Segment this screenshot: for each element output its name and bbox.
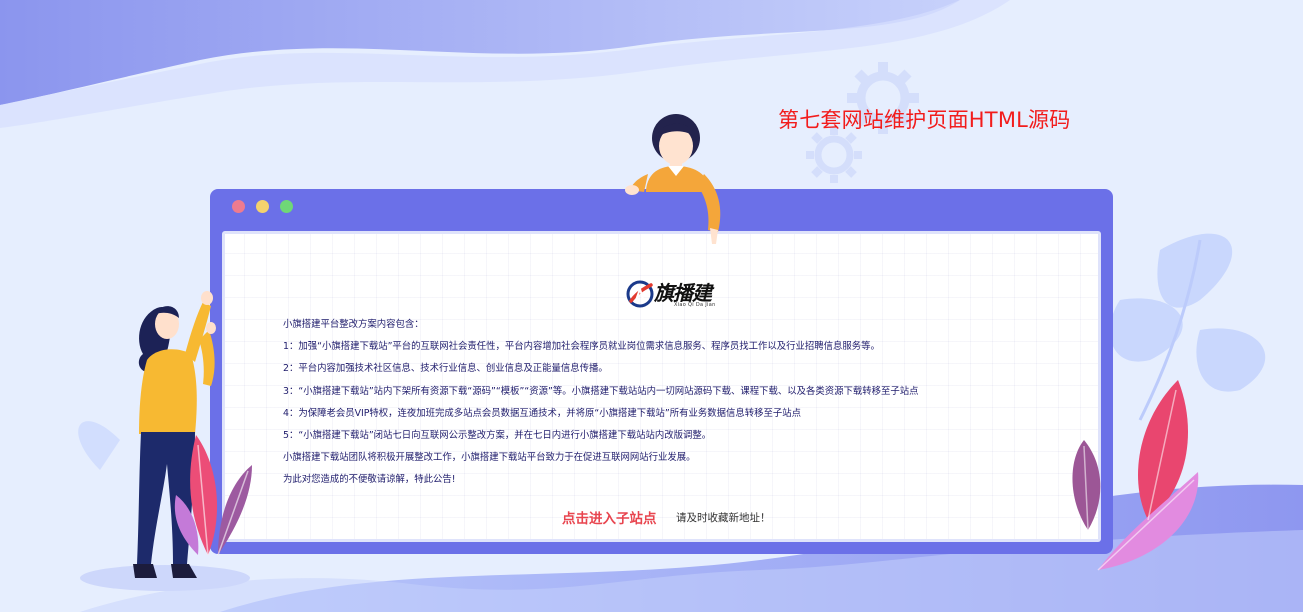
- browser-content: 旗播建 Xiao Qi Da Jian 小旗搭建平台整改方案内容包含： 1：加强…: [222, 231, 1101, 542]
- enter-substation-link[interactable]: 点击进入子站点: [562, 507, 657, 527]
- plant-right-illustration: [1072, 380, 1199, 571]
- logo-subtitle: Xiao Qi Da Jian: [674, 302, 716, 308]
- gear-icon: [806, 127, 862, 183]
- site-logo: 旗播建 Xiao Qi Da Jian: [625, 279, 721, 311]
- man-illustration: [625, 114, 721, 244]
- plant-left-illustration: [174, 435, 252, 556]
- notice-item: 1：加强“小旗搭建下载站”平台的互联网社会责任性，平台内容增加社会程序员就业岗位…: [283, 341, 880, 353]
- notice-text: 小旗搭建平台整改方案内容包含： 1：加强“小旗搭建下载站”平台的互联网社会责任性…: [283, 314, 1083, 492]
- bookmark-hint: 请及时收藏新地址！: [676, 512, 771, 524]
- left-light-leaves: [78, 421, 120, 470]
- notice-item: 2：平台内容加强技术社区信息、技术行业信息、创业信息及正能量信息传播。: [283, 363, 608, 375]
- notice-item: 4：为保障老会员VIP特权，连夜加班完成多站点会员数据互通技术，并将原“小旗搭建…: [283, 407, 802, 419]
- notice-closing: 小旗搭建下载站团队将积极开展整改工作，小旗搭建下载站平台致力于在促进互联网网站行…: [283, 452, 696, 464]
- page-title: 第七套网站维护页面HTML源码: [778, 108, 1071, 132]
- minimize-dot-icon: [256, 200, 269, 213]
- logo-mark-icon: [626, 280, 654, 308]
- maximize-dot-icon: [280, 200, 293, 213]
- notice-intro: 小旗搭建平台整改方案内容包含：: [283, 319, 424, 330]
- light-leaves: [1110, 233, 1266, 392]
- notice-item: 3：“小旗搭建下载站”站内下架所有资源下载“源码”“模板”“资源”等。小旗搭建下…: [283, 385, 919, 397]
- notice-item: 5：“小旗搭建下载站”闭站七日向互联网公示整改方案，并在七日内进行小旗搭建下载站…: [283, 430, 712, 442]
- close-dot-icon: [232, 200, 245, 213]
- notice-apology: 为此对您造成的不便敬请谅解，特此公告!: [283, 474, 456, 486]
